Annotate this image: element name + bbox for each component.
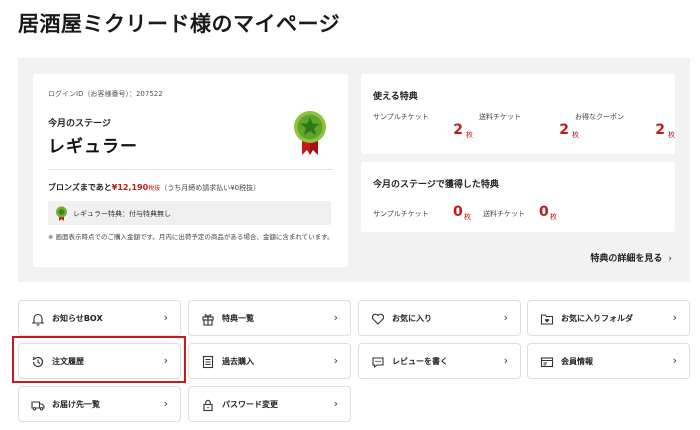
menu-label: お気に入り (392, 314, 432, 323)
benefit-label: お得なクーポン (575, 113, 624, 121)
menu-label: 特典一覧 (222, 314, 254, 323)
stage-label: 今月のステージ (48, 119, 111, 129)
bronze-prefix: ブロンズまであと (48, 183, 112, 192)
order-history-highlight (12, 336, 186, 383)
earned-sample-ticket: サンプルチケット 0 枚 (373, 204, 473, 224)
menu-label: お知らせBOX (52, 314, 103, 323)
stage-card: ログインID（お客様番号）：207522 今月のステージ レギュラー ブロンズま… (33, 74, 348, 267)
earned-shipping-ticket: 送料チケット 0 枚 (483, 204, 583, 224)
chevron-right-icon: › (163, 397, 168, 410)
benefit-label: 送料チケット (479, 113, 521, 121)
stage-benefit-box: レギュラー特典：付与特典無し (48, 201, 331, 225)
available-coupon: お得なクーポン 2 枚 (575, 112, 675, 148)
benefit-count: 2 (559, 122, 569, 138)
page-title: 居酒屋ミクリード様のマイページ (18, 12, 341, 36)
gift-icon (202, 314, 214, 326)
bronze-progress-text: ブロンズまであと¥12,190税抜（うち月締め請求払い¥0税抜） (48, 182, 260, 193)
benefit-count: 0 (539, 204, 549, 220)
lock-icon (203, 399, 213, 412)
chevron-right-icon: › (672, 311, 677, 324)
available-benefits-card: 使える特典 サンプルチケット 2 枚 送料チケット 2 枚 お得なクーポン 2 … (361, 74, 675, 154)
benefit-label: サンプルチケット (373, 113, 429, 121)
bronze-tax: 税抜 (148, 185, 161, 192)
id-card-icon (540, 357, 554, 368)
menu-label: 過去購入 (222, 357, 254, 366)
divider (48, 169, 333, 170)
heart-icon (371, 313, 385, 325)
menu-label: パスワード変更 (222, 400, 278, 409)
available-benefits-title: 使える特典 (373, 92, 418, 102)
stage-name: レギュラー (48, 137, 138, 157)
login-id: ログインID（お客様番号）：207522 (48, 90, 163, 98)
chevron-right-icon: › (668, 254, 672, 264)
menu-label: 会員情報 (561, 357, 593, 366)
chevron-right-icon: › (333, 354, 338, 367)
menu-delivery-addresses[interactable]: お届け先一覧 › (18, 386, 181, 422)
chevron-right-icon: › (672, 354, 677, 367)
available-shipping-ticket: 送料チケット 2 枚 (479, 112, 579, 148)
menu-write-review[interactable]: レビューを書く › (358, 343, 521, 379)
benefit-unit: 枚 (466, 131, 473, 139)
chevron-right-icon: › (503, 311, 508, 324)
benefit-details-label: 特典の詳細を見る (590, 254, 663, 264)
chevron-right-icon: › (503, 354, 508, 367)
notice-text: ※ 画面表示時点でのご購入金額です。月内に出荷予定の商品がある場合、金額に含まれ… (48, 233, 334, 241)
menu-benefits-list[interactable]: 特典一覧 › (188, 300, 351, 336)
bell-icon (31, 313, 45, 326)
benefit-unit: 枚 (668, 131, 675, 139)
benefit-count: 2 (453, 122, 463, 138)
benefit-label: 送料チケット (483, 210, 525, 218)
benefit-count: 2 (655, 122, 665, 138)
menu-label: お届け先一覧 (52, 400, 100, 409)
menu-notices-box[interactable]: お知らせBOX › (18, 300, 181, 336)
list-icon (202, 355, 214, 369)
benefit-count: 0 (453, 204, 463, 220)
menu-change-password[interactable]: パスワード変更 › (188, 386, 351, 422)
benefit-unit: 枚 (464, 213, 471, 221)
menu-label: レビューを書く (392, 357, 448, 366)
menu-favorite-folders[interactable]: お気に入りフォルダ › (527, 300, 690, 336)
stage-benefit-text: レギュラー特典：付与特典無し (73, 210, 171, 218)
bronze-note: （うち月締め請求払い¥0税抜） (160, 184, 261, 192)
benefit-details-link[interactable]: 特典の詳細を見る › (590, 251, 672, 264)
menu-member-info[interactable]: 会員情報 › (527, 343, 690, 379)
truck-icon (31, 401, 45, 411)
bronze-amount: ¥12,190 (111, 183, 149, 192)
folder-icon (540, 314, 554, 325)
medal-icon (294, 111, 326, 155)
mini-medal-icon (56, 206, 67, 221)
menu-label: お気に入りフォルダ (561, 314, 633, 323)
benefit-unit: 枚 (550, 213, 557, 221)
earned-benefits-title: 今月のステージで獲得した特典 (373, 180, 499, 190)
chevron-right-icon: › (163, 311, 168, 324)
menu-past-purchases[interactable]: 過去購入 › (188, 343, 351, 379)
menu-favorites[interactable]: お気に入り › (358, 300, 521, 336)
chevron-right-icon: › (333, 397, 338, 410)
member-status-panel: ログインID（お客様番号）：207522 今月のステージ レギュラー ブロンズま… (18, 58, 690, 282)
earned-benefits-card: 今月のステージで獲得した特典 サンプルチケット 0 枚 送料チケット 0 枚 (361, 162, 675, 232)
benefit-label: サンプルチケット (373, 210, 429, 218)
chat-icon (372, 357, 384, 369)
available-sample-ticket: サンプルチケット 2 枚 (373, 112, 473, 148)
chevron-right-icon: › (333, 311, 338, 324)
